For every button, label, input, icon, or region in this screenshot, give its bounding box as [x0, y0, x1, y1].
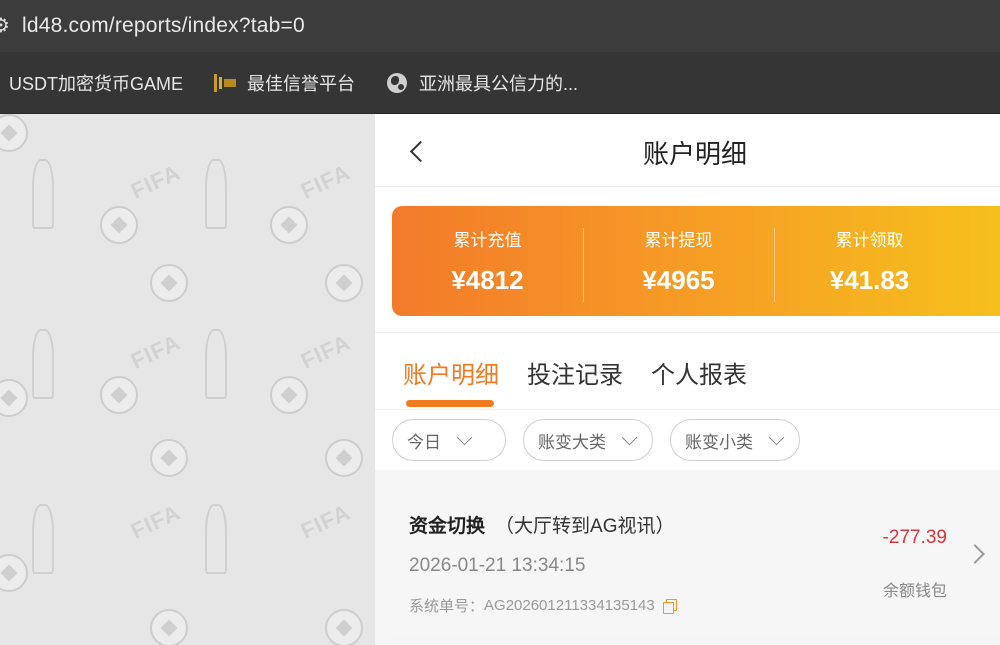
bookmark-asia[interactable]: 亚洲最具公信力的... [385, 70, 578, 96]
tab-bet-records[interactable]: 投注记录 [527, 355, 623, 390]
change-category-dropdown[interactable]: 账变大类 [523, 419, 653, 461]
chevron-right-icon[interactable] [965, 544, 985, 564]
page-title: 账户明细 [642, 139, 747, 169]
bookmark-label: 亚洲最具公信力的... [419, 73, 579, 94]
fifa-watermark: FIFA [296, 159, 355, 204]
date-filter-dropdown[interactable]: 今日 [392, 419, 506, 461]
order-number: AG202601211334135143 [484, 597, 655, 614]
fifa-watermark: FIFA [126, 329, 185, 374]
summary-card: 累计充值 ¥4812 累计提现 ¥4965 累计领取 ¥41.83 [392, 206, 1000, 316]
order-label: 系统单号： [409, 598, 485, 615]
chevron-down-icon [456, 429, 473, 445]
filter-label: 今日 [407, 432, 441, 452]
filter-label: 账变小类 [685, 432, 753, 452]
chevron-down-icon [768, 429, 785, 445]
stat-label: 累计领取 [835, 231, 904, 250]
stat-value: ¥4812 [451, 265, 524, 295]
fifa-watermark: FIFA [126, 159, 185, 204]
tab-bar: 账户明细 投注记录 个人报表 [375, 333, 1000, 409]
change-subcategory-dropdown[interactable]: 账变小类 [670, 419, 800, 461]
stat-label: 累计提现 [644, 231, 713, 250]
stat-total-withdraw: 累计提现 ¥4965 [583, 226, 774, 302]
bookmark-best-platform[interactable]: 最佳信誉平台 [213, 70, 355, 96]
stat-total-claimed: 累计领取 ¥41.83 [774, 226, 965, 302]
site-info-icon[interactable]: ⚙ [0, 15, 10, 37]
stat-total-deposit: 累计充值 ¥4812 [392, 226, 583, 296]
chevron-down-icon [621, 429, 638, 445]
list-item[interactable]: 资金切换 （大厅转到AG视讯） 2026-01-21 13:34:15 系统单号：… [392, 487, 1000, 637]
filter-bar: 今日 账变大类 账变小类 [375, 409, 1000, 470]
url-text[interactable]: ld48.com/reports/index?tab=0 [22, 14, 305, 38]
record-wallet: 余额钱包 [882, 583, 947, 600]
copy-icon[interactable] [662, 598, 677, 614]
summary-section: 累计充值 ¥4812 累计提现 ¥4965 累计领取 ¥41.83 [375, 187, 1000, 333]
record-subtype: （大厅转到AG视讯） [495, 516, 675, 537]
tab-personal-report[interactable]: 个人报表 [651, 355, 747, 390]
globe-icon [385, 72, 409, 94]
site-logo-icon [213, 72, 237, 94]
active-tab-indicator [406, 400, 494, 407]
stat-value: ¥41.83 [829, 265, 910, 295]
decorative-background: FIFA FIFA FIFA FIFA FIFA FIFA [0, 114, 375, 645]
record-type: 资金切换 [409, 516, 486, 537]
app-panel: 账户明细 累计充值 ¥4812 累计提现 ¥4965 累计领取 ¥41.83 账… [375, 114, 1000, 645]
fifa-watermark: FIFA [296, 499, 355, 544]
fifa-watermark: FIFA [126, 499, 185, 544]
record-time: 2026-01-21 13:34:15 [409, 555, 586, 576]
record-title: 资金切换 （大厅转到AG视讯） [409, 511, 674, 538]
address-bar[interactable]: ⚙ ld48.com/reports/index?tab=0 [0, 0, 1000, 52]
page-header: 账户明细 [375, 114, 1000, 187]
bookmark-usdt[interactable]: USDT加密货币GAME [9, 70, 183, 96]
stat-label: 累计充值 [453, 231, 522, 250]
fifa-watermark: FIFA [296, 329, 355, 374]
tab-account-details[interactable]: 账户明细 [403, 355, 499, 390]
record-amount: -277.39 [882, 527, 947, 548]
bookmark-label: USDT加密货币GAME [9, 73, 184, 94]
filter-label: 账变大类 [538, 432, 606, 452]
record-order: 系统单号： AG202601211334135143 [409, 595, 677, 616]
bookmark-label: 最佳信誉平台 [247, 73, 356, 94]
stat-value: ¥4965 [642, 265, 715, 295]
bookmarks-bar: USDT加密货币GAME 最佳信誉平台 亚洲最具公信力的... [0, 52, 1000, 114]
